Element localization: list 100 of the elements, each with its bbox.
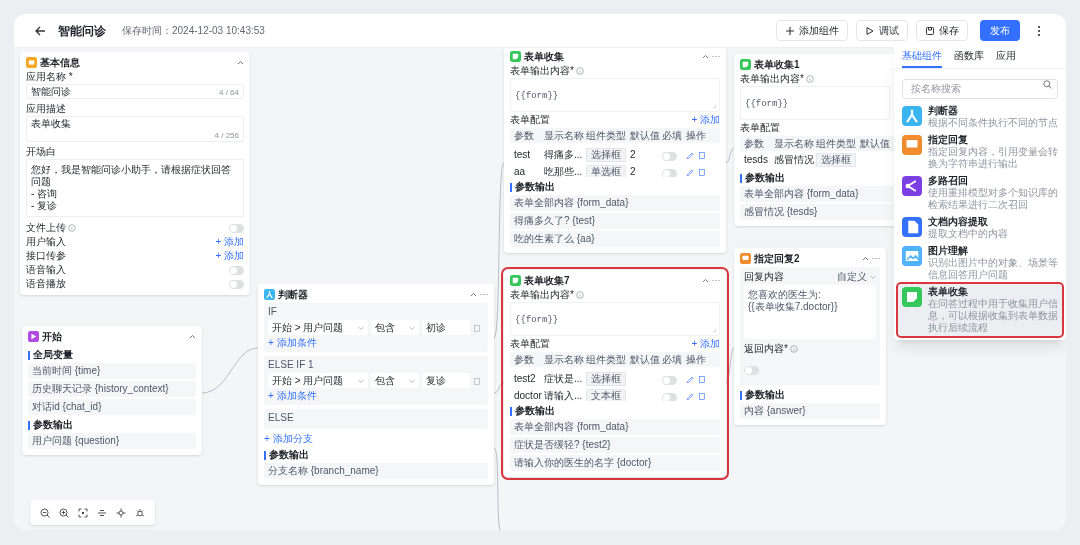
component-item[interactable]: 判断器 根据不同条件执行不同的节点 bbox=[898, 103, 1062, 131]
add-link[interactable]: + 添加 bbox=[215, 236, 244, 248]
component-title: 多路召回 bbox=[928, 175, 969, 187]
field-label: 表单输出内容* bbox=[740, 73, 804, 85]
select-field[interactable]: 开始 > 用户问题 bbox=[268, 320, 368, 335]
publish-button[interactable]: 发布 bbox=[980, 20, 1020, 41]
type-tag: 文本框 bbox=[586, 389, 626, 401]
add-link[interactable]: + 添加 bbox=[215, 250, 244, 262]
table-cell-text: doctor bbox=[514, 390, 543, 401]
align-icon[interactable] bbox=[97, 507, 107, 518]
reply-editor[interactable]: 您喜欢的医生为: {{表单收集7.doctor}} bbox=[744, 285, 876, 339]
connector-line bbox=[201, 347, 259, 394]
toggle-switch[interactable] bbox=[744, 366, 759, 375]
section-label: 参数输出 bbox=[268, 449, 309, 461]
layout-icon[interactable] bbox=[116, 507, 126, 518]
column-header: 显示名称 bbox=[774, 137, 815, 150]
toggle-switch[interactable] bbox=[662, 152, 677, 161]
edit-icon[interactable] bbox=[686, 168, 694, 176]
collapse-icon[interactable] bbox=[237, 60, 244, 65]
template-editor[interactable]: {{form}} bbox=[740, 86, 890, 120]
more-icon[interactable] bbox=[1036, 24, 1042, 37]
column-header: 操作 bbox=[686, 129, 707, 142]
type-tag: 选择框 bbox=[816, 152, 856, 167]
trash-icon[interactable] bbox=[698, 168, 706, 176]
branch-label: IF bbox=[268, 306, 278, 318]
back-arrow-icon[interactable] bbox=[34, 24, 46, 37]
panel-tab[interactable]: 函数库 bbox=[954, 48, 984, 68]
field-label: 开场白 bbox=[26, 146, 57, 158]
setting-label: 接口传参 bbox=[26, 250, 66, 262]
panel-tab[interactable]: 基础组件 bbox=[902, 48, 942, 68]
form-icon bbox=[740, 59, 751, 70]
debug-button[interactable]: 调试 bbox=[856, 20, 908, 41]
component-item[interactable]: 表单收集 在问答过程中用于收集用户信息，可以根据收集到表单数据执行后续流程 bbox=[898, 284, 1062, 336]
field-label: 应用描述 bbox=[26, 103, 67, 115]
search-field[interactable]: 按名称搜索 bbox=[902, 78, 1058, 99]
template-editor[interactable]: {{form}} bbox=[510, 78, 720, 112]
trash-icon[interactable] bbox=[698, 375, 706, 383]
component-item[interactable]: 图片理解 识别出图片中的对象、场景等信息回答用户问题 bbox=[898, 243, 1062, 283]
node-title: 表单收集1 bbox=[754, 58, 800, 71]
field-label: 表单输出内容* bbox=[510, 65, 574, 77]
connector-line bbox=[725, 347, 735, 384]
column-header: 操作 bbox=[686, 353, 707, 366]
select-field[interactable]: 包含 bbox=[371, 320, 419, 335]
component-item[interactable]: 指定回复 指定回复内容，引用变量会转换为字符串进行输出 bbox=[898, 132, 1062, 172]
caret-icon bbox=[358, 378, 364, 383]
trash-icon[interactable] bbox=[473, 376, 481, 385]
toggle-switch[interactable] bbox=[229, 279, 244, 289]
zoom-in-icon[interactable] bbox=[59, 507, 69, 518]
chat-bubble-icon bbox=[902, 135, 922, 155]
toggle-switch[interactable] bbox=[229, 265, 244, 275]
component-title: 指定回复 bbox=[928, 134, 969, 146]
setting-label: 用户输入 bbox=[26, 236, 66, 248]
text-input[interactable]: 复诊 bbox=[422, 373, 470, 388]
text-input[interactable]: 表单收集 4 / 256 bbox=[26, 116, 244, 142]
bug-icon[interactable] bbox=[135, 507, 145, 518]
select-field[interactable]: 开始 > 用户问题 bbox=[268, 373, 368, 388]
zoom-out-icon[interactable] bbox=[40, 507, 50, 518]
trash-icon[interactable] bbox=[473, 323, 481, 332]
node-title: 表单收集 bbox=[524, 50, 564, 63]
output-variable: 用户问题 {question} bbox=[28, 433, 196, 449]
fit-view-icon[interactable] bbox=[78, 507, 88, 518]
add-link[interactable]: + 添加 bbox=[691, 114, 720, 126]
text-input[interactable]: 智能问诊 4 / 64 bbox=[26, 84, 244, 99]
add-button[interactable]: 添加组件 bbox=[776, 20, 848, 41]
add-condition-link[interactable]: + 添加条件 bbox=[268, 390, 317, 402]
panel-tab[interactable]: 应用 bbox=[996, 48, 1016, 68]
save-button[interactable]: 保存 bbox=[916, 20, 968, 41]
collapse-icon[interactable] bbox=[470, 292, 477, 297]
edit-icon[interactable] bbox=[686, 151, 694, 159]
table-cell-text: 2 bbox=[630, 166, 637, 177]
add-branch-link[interactable]: + 添加分支 bbox=[264, 433, 313, 445]
collapse-icon[interactable] bbox=[702, 54, 709, 59]
trash-icon[interactable] bbox=[698, 392, 706, 400]
component-description: 提取文档中的内容 bbox=[928, 228, 1008, 240]
output-variable: 内容 {answer} bbox=[740, 403, 880, 419]
text-input[interactable]: 初诊 bbox=[422, 320, 470, 335]
trash-icon[interactable] bbox=[698, 151, 706, 159]
toggle-switch[interactable] bbox=[229, 223, 244, 233]
edit-icon[interactable] bbox=[686, 392, 694, 400]
edit-icon[interactable] bbox=[686, 375, 694, 383]
info-icon bbox=[805, 75, 814, 83]
output-variable: 症状是否缓轻? {test2} bbox=[510, 437, 720, 453]
collapse-icon[interactable] bbox=[702, 278, 709, 283]
collapse-icon[interactable] bbox=[189, 334, 196, 339]
toggle-switch[interactable] bbox=[662, 376, 677, 385]
branch-label: ELSE bbox=[268, 412, 295, 424]
output-variable: 表单全部内容 {form_data} bbox=[510, 419, 720, 435]
text-area[interactable]: 您好，我是智能问诊小助手，请根据症状回答问题 - 咨询 - 复诊 bbox=[26, 159, 244, 217]
field-label: 回复内容 bbox=[744, 271, 785, 283]
toggle-switch[interactable] bbox=[662, 393, 677, 401]
select-field[interactable]: 包含 bbox=[371, 373, 419, 388]
source-select[interactable]: 自定义 bbox=[837, 271, 876, 283]
toggle-switch[interactable] bbox=[662, 169, 677, 177]
add-condition-link[interactable]: + 添加条件 bbox=[268, 337, 317, 349]
chat-bubble-icon bbox=[740, 253, 751, 264]
add-link[interactable]: + 添加 bbox=[691, 338, 720, 350]
form-icon bbox=[902, 287, 922, 307]
column-header: 必填 bbox=[662, 353, 683, 366]
collapse-icon[interactable] bbox=[862, 256, 869, 261]
template-editor[interactable]: {{form}} bbox=[510, 302, 720, 336]
